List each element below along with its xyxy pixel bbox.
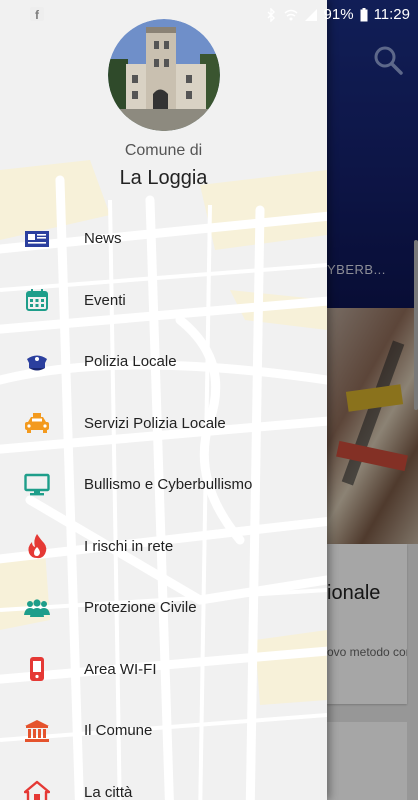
menu-item-eventi[interactable]: Eventi — [0, 270, 327, 332]
menu-item-label: Bullismo e Cyberbullismo — [84, 476, 253, 494]
drawer-menu: News Eventi Polizia Locale Servizi Poliz… — [0, 208, 327, 800]
menu-item-servizi-polizia-locale[interactable]: Servizi Polizia Locale — [0, 393, 327, 455]
wifi-icon — [284, 9, 298, 20]
menu-item-rischi-in-rete[interactable]: I rischi in rete — [0, 516, 327, 578]
comune-name: La Loggia — [119, 167, 208, 189]
facebook-icon: f — [30, 7, 44, 22]
town-hall-icon — [24, 718, 50, 744]
menu-item-label: Polizia Locale — [84, 353, 177, 371]
battery-percent: 91% — [323, 6, 354, 23]
menu-item-area-wifi[interactable]: Area WI-FI — [0, 639, 327, 701]
menu-item-label: I rischi in rete — [84, 537, 174, 555]
menu-item-news[interactable]: News — [0, 208, 327, 270]
bluetooth-icon — [267, 7, 275, 22]
fire-icon — [24, 533, 50, 559]
calendar-icon — [24, 287, 50, 313]
menu-item-label: Protezione Civile — [84, 599, 197, 617]
taxi-icon — [24, 410, 50, 436]
drawer-header: Comune di La Loggia — [0, 0, 327, 200]
people-icon — [24, 595, 50, 621]
menu-item-label: Eventi — [84, 291, 126, 309]
monitor-icon — [24, 472, 50, 498]
newspaper-icon — [24, 226, 50, 252]
clock: 11:29 — [373, 6, 410, 23]
town-photo — [108, 19, 220, 131]
menu-item-la-citta[interactable]: La città — [0, 762, 327, 800]
home-icon — [24, 779, 50, 800]
signal-icon — [304, 8, 317, 21]
menu-item-bullismo[interactable]: Bullismo e Cyberbullismo — [0, 454, 327, 516]
menu-item-label: News — [84, 230, 122, 248]
menu-item-label: Il Comune — [84, 722, 153, 740]
menu-item-il-comune[interactable]: Il Comune — [0, 700, 327, 762]
mobile-phone-icon — [24, 656, 50, 682]
menu-item-label: Area WI-FI — [84, 660, 157, 678]
menu-item-protezione-civile[interactable]: Protezione Civile — [0, 577, 327, 639]
comune-label: Comune di — [124, 142, 203, 159]
battery-icon — [360, 7, 368, 21]
menu-item-label: Servizi Polizia Locale — [84, 414, 226, 432]
navigation-drawer: Comune di La Loggia News Eventi Polizia … — [0, 0, 327, 800]
police-cap-icon — [24, 349, 50, 375]
menu-item-label: La città — [84, 783, 133, 800]
status-bar: f 91% 11:29 — [0, 0, 418, 30]
menu-item-polizia-locale[interactable]: Polizia Locale — [0, 331, 327, 393]
